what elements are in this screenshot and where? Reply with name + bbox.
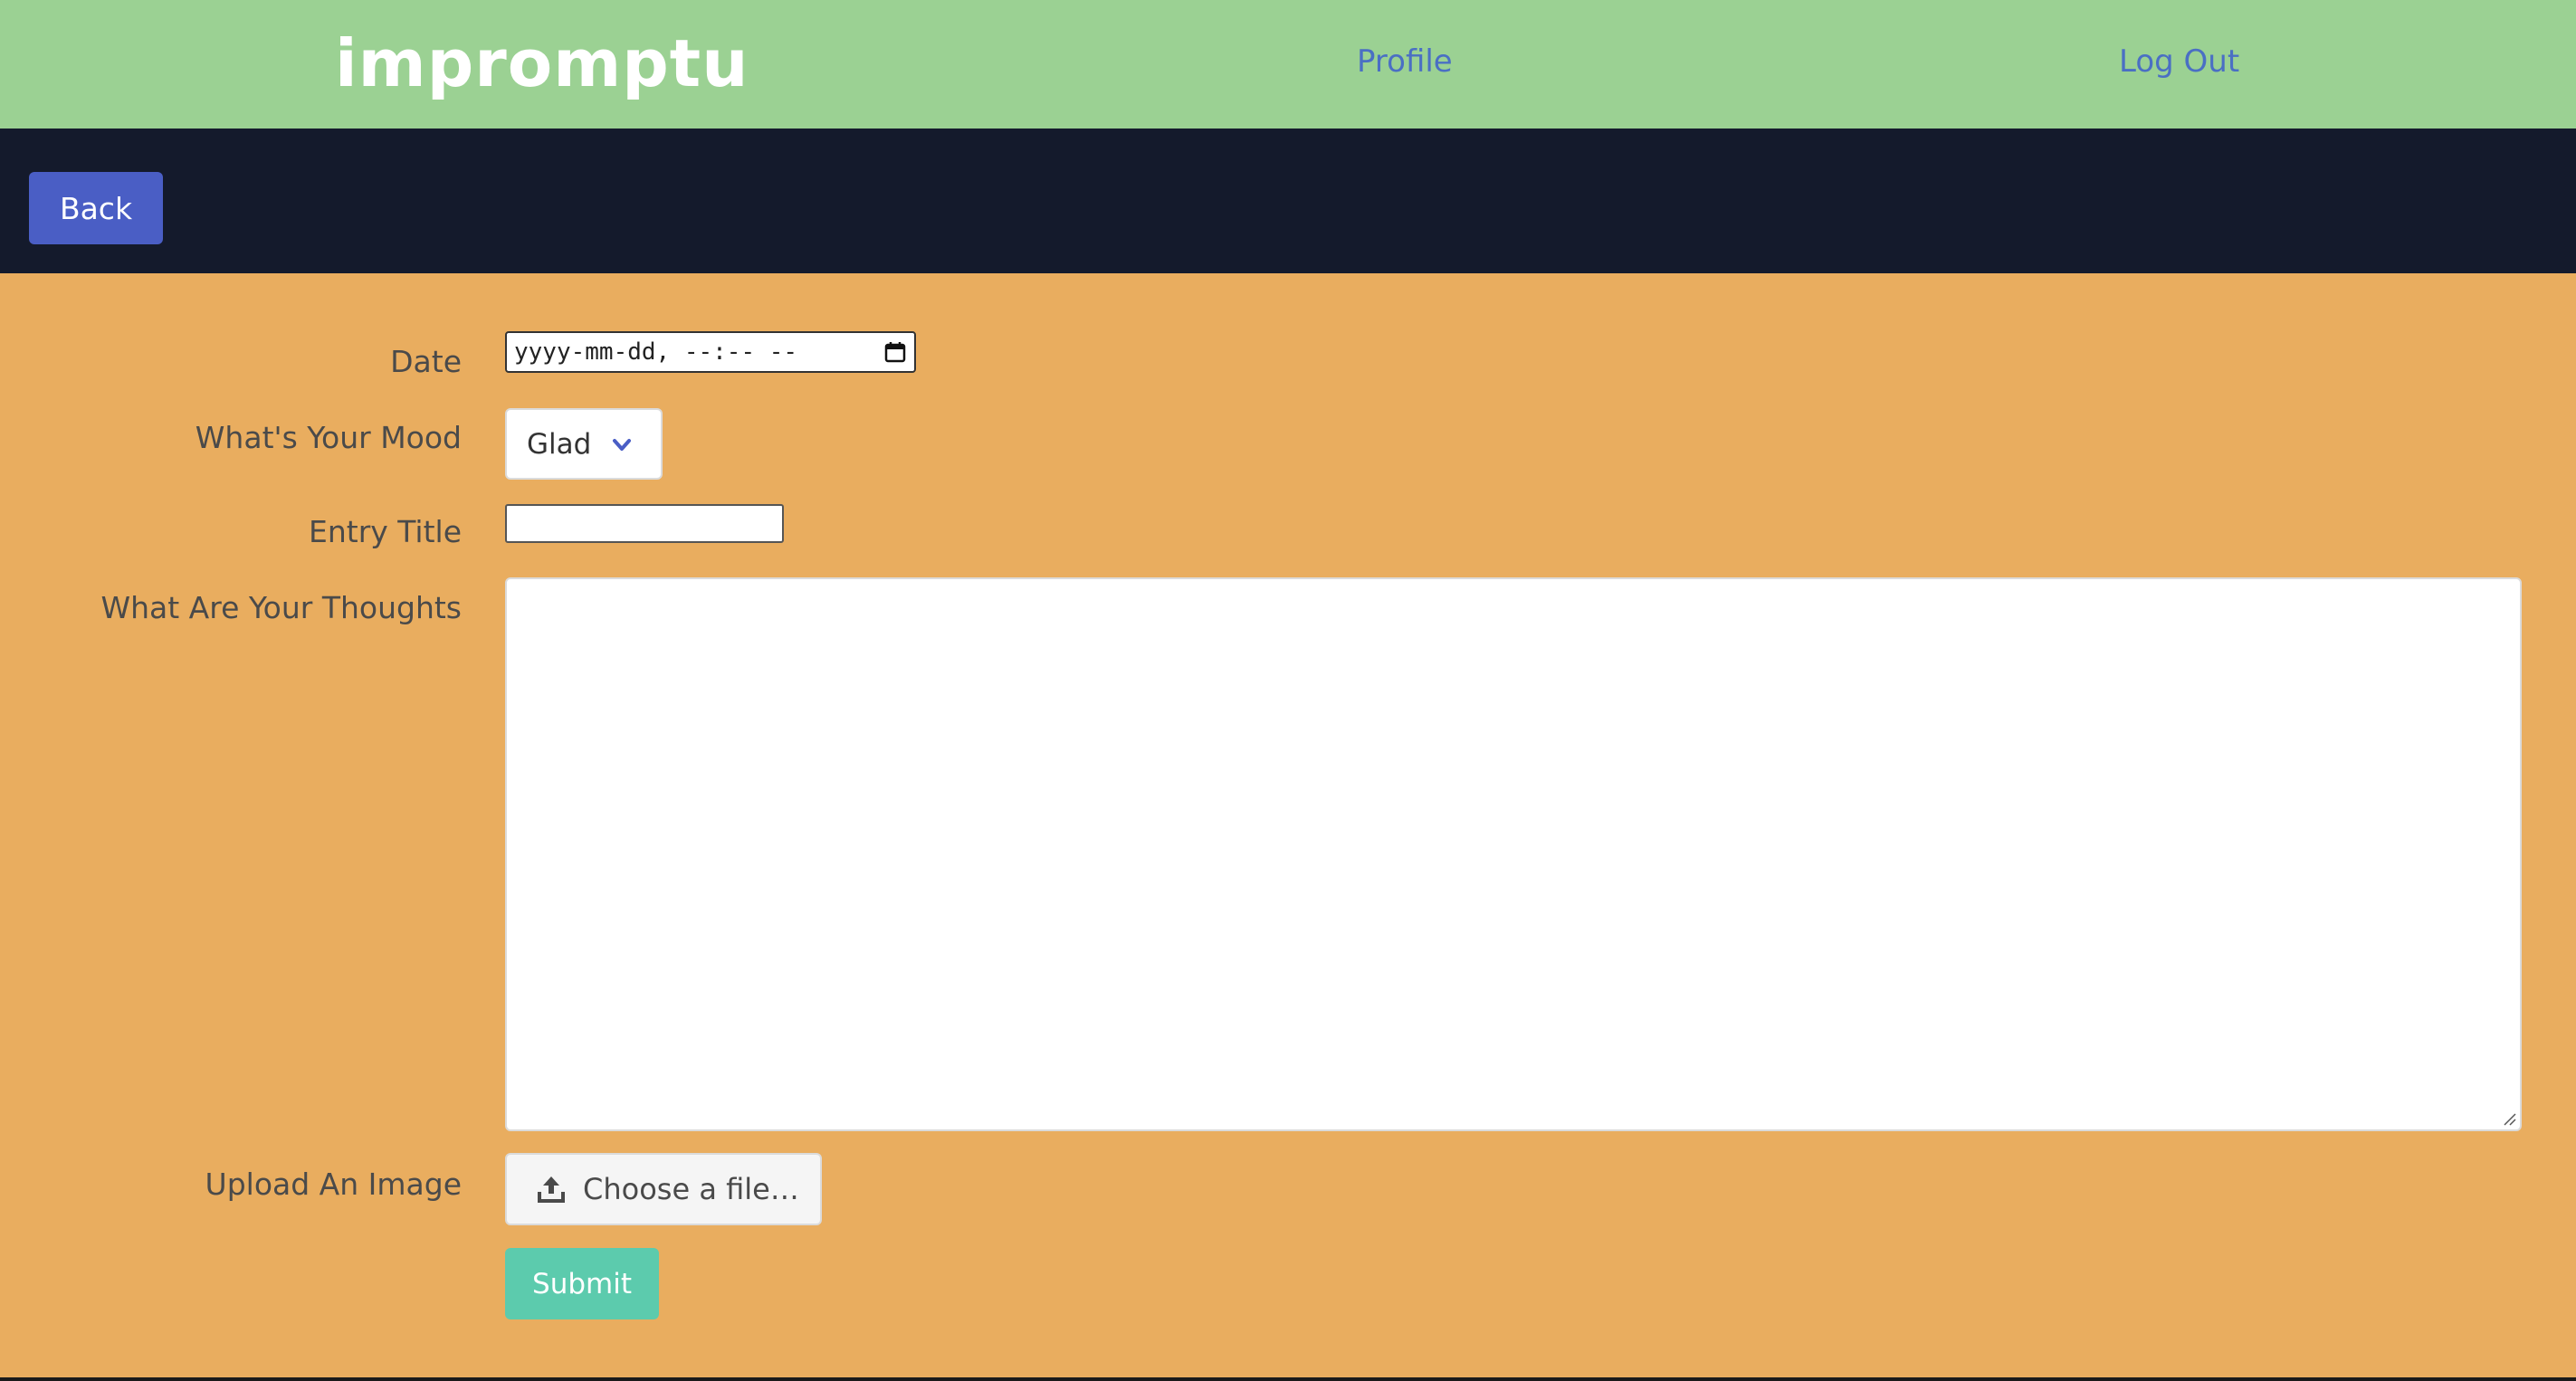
date-input[interactable]: yyyy-mm-dd, --:-- -- [505, 331, 916, 373]
toolbar [0, 129, 2576, 273]
upload-label: Upload An Image [205, 1167, 462, 1202]
brand-logo[interactable]: impromptu [335, 18, 749, 109]
back-button[interactable]: Back [29, 172, 163, 244]
logout-link[interactable]: Log Out [2119, 40, 2239, 83]
choose-file-label: Choose a file… [583, 1172, 799, 1206]
mood-select[interactable]: Glad [505, 408, 663, 480]
thoughts-label: What Are Your Thoughts [100, 590, 462, 625]
resize-grip-icon[interactable] [2502, 1111, 2516, 1126]
profile-link[interactable]: Profile [1357, 40, 1453, 83]
calendar-icon[interactable] [883, 340, 907, 364]
date-label: Date [390, 344, 462, 379]
mood-selected-value: Glad [527, 427, 592, 461]
thoughts-textarea[interactable] [505, 577, 2522, 1131]
date-input-value: yyyy-mm-dd, --:-- -- [514, 338, 798, 366]
submit-button[interactable]: Submit [505, 1248, 659, 1319]
chevron-down-icon [610, 432, 634, 455]
choose-file-button[interactable]: Choose a file… [505, 1153, 822, 1225]
entry-title-label: Entry Title [308, 514, 462, 549]
entry-title-input[interactable] [505, 504, 784, 543]
upload-icon [536, 1174, 567, 1205]
top-navbar: impromptu Profile Log Out [0, 0, 2576, 129]
mood-label: What's Your Mood [195, 420, 462, 455]
